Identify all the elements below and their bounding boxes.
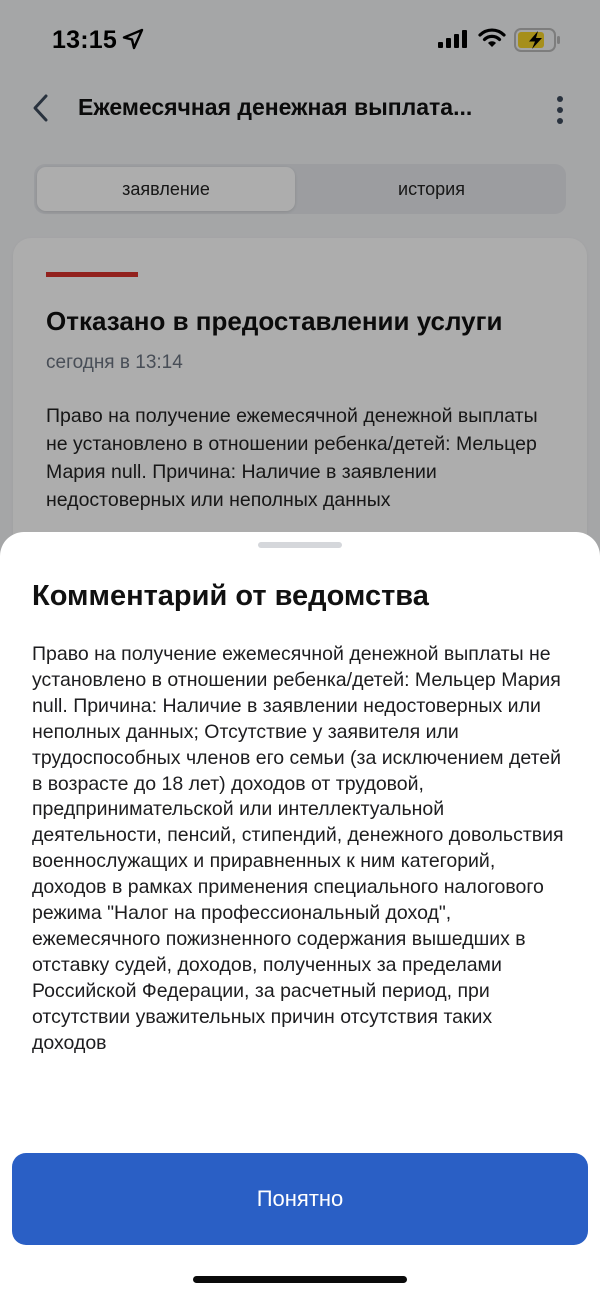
home-indicator	[193, 1276, 407, 1283]
ok-button[interactable]: Понятно	[12, 1153, 588, 1245]
sheet-title: Комментарий от ведомства	[32, 580, 429, 612]
app-screen: 13:15 Ежемесячная денежная выплата... за…	[0, 0, 600, 1297]
sheet-drag-handle[interactable]	[258, 542, 342, 548]
comment-text: Право на получение ежемесячной денежной …	[32, 643, 564, 1054]
bottom-sheet: Комментарий от ведомства Право на получе…	[0, 532, 600, 1297]
